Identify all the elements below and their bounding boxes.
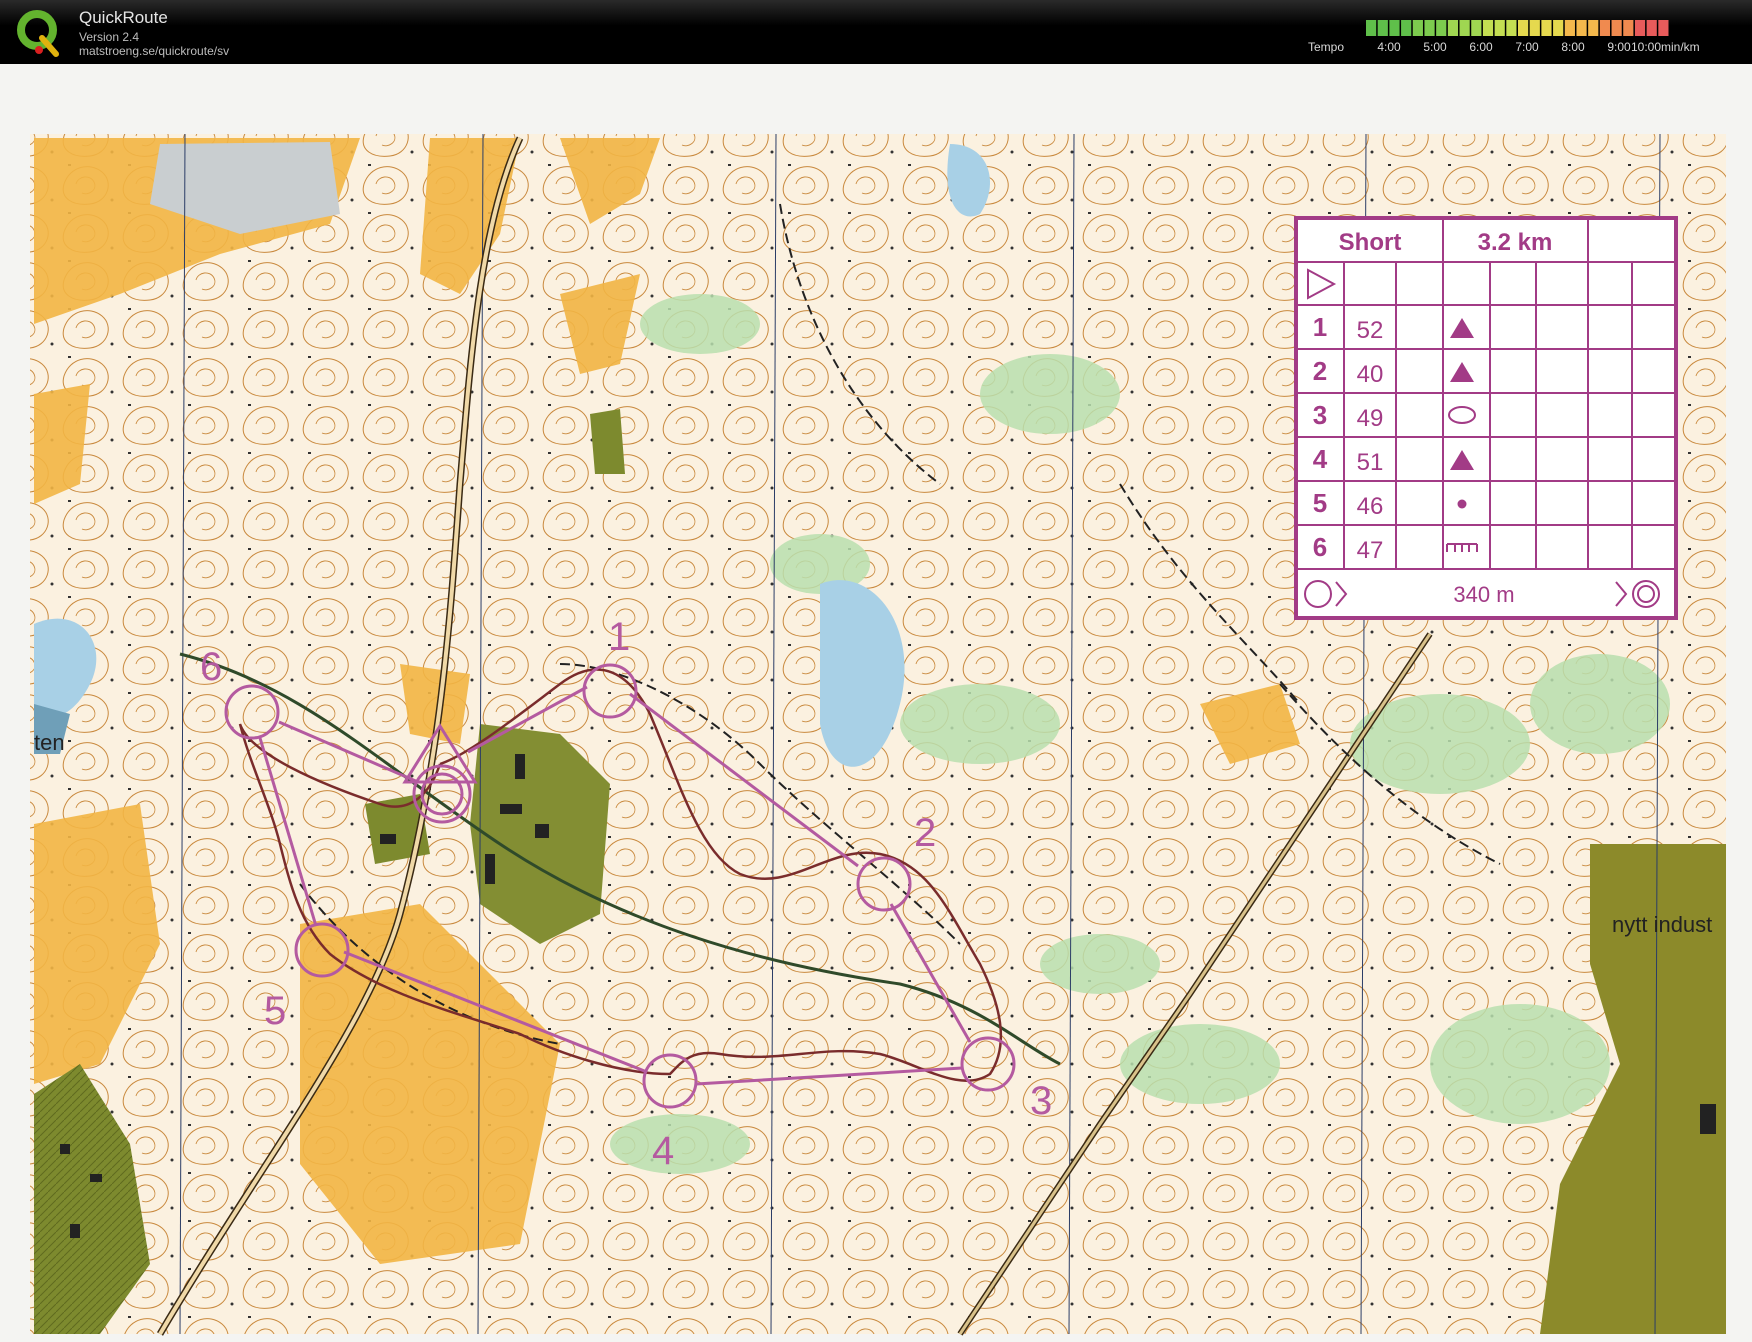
tempo-tick: 6:00 [1469, 40, 1493, 54]
tempo-scale-segment [1564, 20, 1575, 36]
tempo-scale-segment [1541, 20, 1552, 36]
desc-row-num: 2 [1313, 356, 1327, 386]
quickroute-logo-icon [17, 10, 59, 57]
tempo-tick: 10:00 [1630, 40, 1662, 54]
finish-distance: 340 m [1453, 582, 1514, 607]
tempo-color-scale [1366, 20, 1669, 36]
control-number-3: 3 [1030, 1079, 1052, 1123]
top-bar: QuickRoute Version 2.4 matstroeng.se/qui… [0, 0, 1752, 64]
tempo-scale-segment [1658, 20, 1669, 36]
control-description-sheet: Short 3.2 km 1 52 2 40 3 49 4 51 5 46 6 … [1294, 216, 1678, 620]
tempo-scale-segment [1576, 20, 1587, 36]
app-url[interactable]: matstroeng.se/quickroute/sv [79, 44, 229, 58]
course-name: Short [1339, 229, 1402, 256]
tempo-scale-segment [1389, 20, 1400, 36]
desc-row-code: 52 [1357, 317, 1384, 344]
control-number-6: 6 [200, 645, 222, 689]
tempo-scale-segment [1599, 20, 1611, 36]
tempo-scale-segment [1366, 20, 1377, 36]
control-number-5: 5 [264, 989, 286, 1033]
app-name: QuickRoute [79, 8, 168, 27]
tempo-tick: 4:00 [1377, 40, 1401, 54]
tempo-scale-segment [1646, 20, 1657, 36]
tempo-scale-segment [1623, 20, 1634, 36]
tempo-scale-segment [1634, 20, 1646, 36]
tempo-scale-segment [1506, 20, 1517, 36]
desc-row-code: 46 [1357, 493, 1384, 520]
control-number-2: 2 [914, 811, 936, 855]
desc-row-code: 51 [1357, 449, 1384, 476]
desc-row-code: 47 [1357, 537, 1384, 564]
control-number-1: 1 [608, 615, 630, 659]
tempo-scale-segment [1447, 20, 1459, 36]
tempo-scale-segment [1611, 20, 1622, 36]
tempo-scale-segment [1459, 20, 1470, 36]
tempo-tick: 8:00 [1561, 40, 1585, 54]
desc-row-num: 3 [1313, 400, 1327, 430]
small-knoll-dot-icon [1457, 499, 1467, 509]
tempo-scale-segment [1412, 20, 1423, 36]
course-length: 3.2 km [1478, 229, 1553, 256]
orienteering-map[interactable]: 1 2 3 4 5 6 nytt indust ten Short 3.2 km… [0, 64, 1752, 1342]
desc-row-code: 49 [1357, 405, 1384, 432]
place-label-lake: ten [34, 730, 65, 755]
desc-row-num: 5 [1313, 488, 1327, 518]
tempo-tick: 5:00 [1423, 40, 1447, 54]
tempo-scale-segment [1529, 20, 1540, 36]
app-version: Version 2.4 [79, 30, 140, 44]
desc-row-num: 6 [1313, 532, 1327, 562]
tempo-scale-segment [1424, 20, 1435, 36]
map-sheet: 1 2 3 4 5 6 nytt indust ten Short 3.2 km… [0, 64, 1752, 1342]
tempo-scale-segment [1553, 20, 1564, 36]
desc-row-num: 4 [1313, 444, 1328, 474]
tempo-scale-segment [1482, 20, 1494, 36]
tempo-label: Tempo [1308, 40, 1345, 54]
tempo-scale-segment [1518, 20, 1529, 36]
place-label-industry: nytt indust [1612, 912, 1712, 937]
tempo-tick: 9:00 [1607, 40, 1631, 54]
desc-row-code: 40 [1357, 361, 1384, 388]
desc-row-num: 1 [1313, 312, 1327, 342]
control-number-4: 4 [652, 1129, 674, 1173]
tempo-tick: 7:00 [1515, 40, 1539, 54]
tempo-scale-segment [1588, 20, 1599, 36]
tempo-unit: min/km [1661, 40, 1700, 54]
tempo-scale-segment [1401, 20, 1412, 36]
tempo-scale-segment [1471, 20, 1482, 36]
tempo-scale-segment [1436, 20, 1447, 36]
tempo-scale-segment [1494, 20, 1505, 36]
tempo-scale-segment [1377, 20, 1388, 36]
